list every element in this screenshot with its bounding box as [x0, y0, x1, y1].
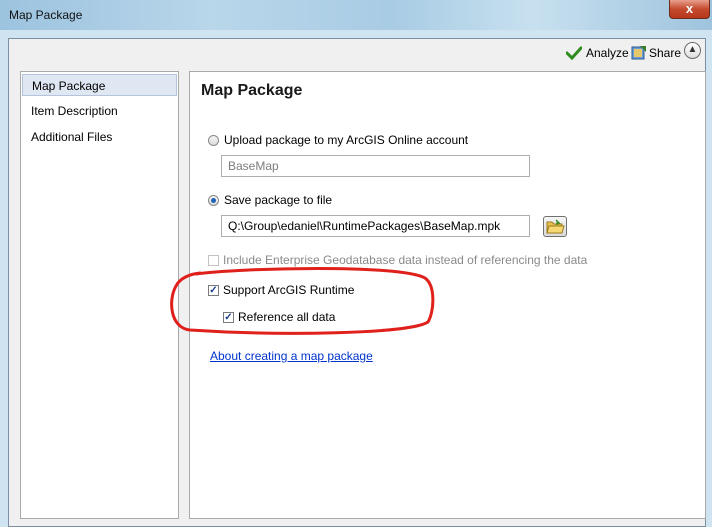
reference-checkbox[interactable]: ✓ [223, 311, 234, 323]
upload-option-label: Upload package to my ArcGIS Online accou… [224, 133, 469, 147]
runtime-label: Support ArcGIS Runtime [223, 283, 355, 297]
sidebar-item-label: Item Description [31, 104, 118, 118]
chevron-up-icon: ▲ [687, 44, 698, 55]
enterprise-option[interactable]: Include Enterprise Geodatabase data inst… [208, 253, 587, 267]
save-option[interactable]: Save package to file [208, 193, 332, 207]
upload-name-input[interactable]: BaseMap [221, 155, 530, 177]
window-title: Map Package [9, 8, 83, 22]
runtime-option[interactable]: ✓ Support ArcGIS Runtime [208, 283, 354, 297]
runtime-checkbox[interactable]: ✓ [208, 284, 219, 296]
enterprise-checkbox[interactable] [208, 254, 219, 266]
analyze-button[interactable]: Analyze [566, 45, 629, 61]
checkmark-icon [566, 46, 582, 60]
sidebar-item-label: Map Package [32, 79, 106, 93]
share-button[interactable]: Share [631, 45, 681, 61]
upload-radio[interactable] [208, 134, 219, 146]
save-radio[interactable] [208, 194, 219, 206]
close-button[interactable]: x [669, 0, 710, 19]
save-path-input[interactable]: Q:\Group\edaniel\RuntimePackages\BaseMap… [221, 215, 530, 237]
page-title: Map Package [201, 82, 303, 99]
analyze-label: Analyze [586, 46, 629, 60]
reference-label: Reference all data [238, 310, 336, 324]
sidebar-item-label: Additional Files [31, 130, 113, 144]
save-option-label: Save package to file [224, 193, 333, 207]
browse-button[interactable] [543, 216, 567, 237]
close-icon: x [685, 1, 694, 16]
sidebar-item-item-description[interactable]: Item Description [22, 100, 177, 122]
sidebar-item-additional-files[interactable]: Additional Files [22, 126, 177, 148]
collapse-button[interactable]: ▲ [684, 42, 701, 59]
reference-option[interactable]: ✓ Reference all data [223, 310, 335, 324]
upload-option[interactable]: Upload package to my ArcGIS Online accou… [208, 133, 468, 147]
enterprise-label: Include Enterprise Geodatabase data inst… [223, 253, 588, 267]
title-bar: Map Package x [0, 0, 712, 30]
sidebar-item-map-package[interactable]: Map Package [22, 74, 177, 96]
folder-icon [546, 219, 565, 234]
help-link[interactable]: About creating a map package [210, 349, 373, 363]
share-icon [631, 46, 646, 60]
share-label: Share [649, 46, 682, 60]
sidebar: Map Package Item Description Additional … [20, 71, 179, 519]
